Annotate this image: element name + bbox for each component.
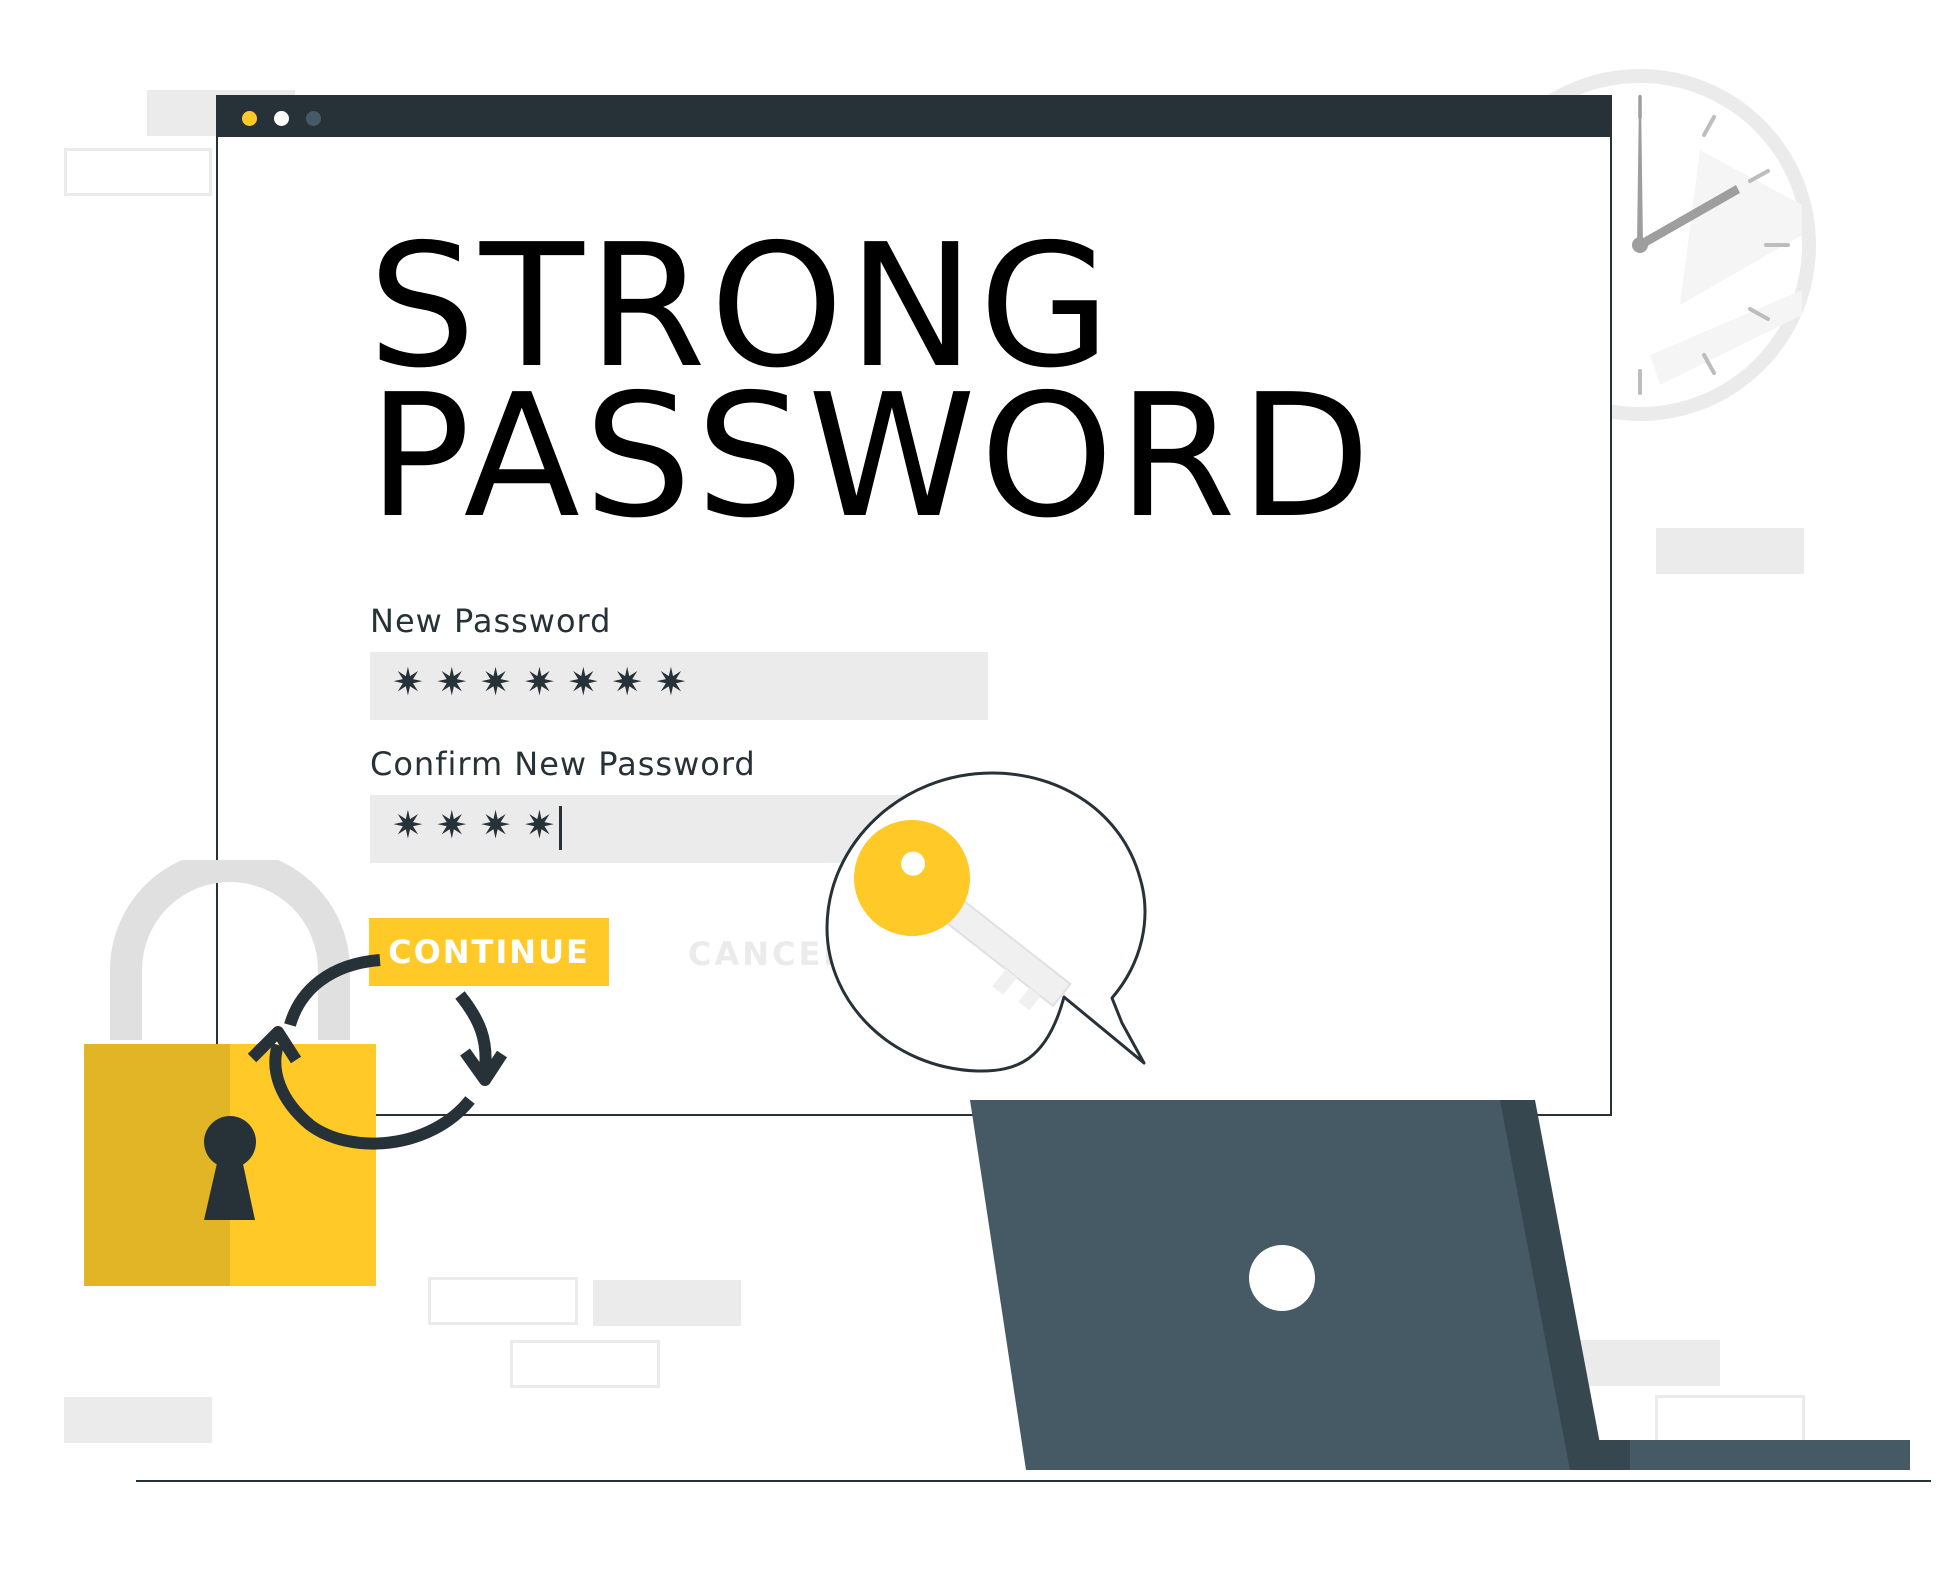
- window-dot-white: [274, 111, 289, 126]
- window-dot-grey: [306, 111, 321, 126]
- headline-line-2: PASSWORD: [368, 358, 1375, 556]
- speech-bubble-icon: [825, 771, 1147, 1073]
- decor-block: [428, 1277, 578, 1325]
- new-password-label: New Password: [370, 602, 612, 640]
- browser-titlebar: [218, 97, 1610, 137]
- text-caret: [559, 805, 563, 850]
- new-password-field[interactable]: ✷✷✷✷✷✷✷: [370, 652, 988, 720]
- window-dot-yellow: [242, 111, 257, 126]
- new-password-value: ✷✷✷✷✷✷✷: [392, 660, 699, 704]
- decor-block: [1656, 528, 1804, 574]
- decor-block: [64, 1397, 212, 1443]
- decor-block: [593, 1280, 741, 1326]
- refresh-arrows-icon: [247, 954, 508, 1150]
- confirm-password-value: ✷✷✷✷: [392, 803, 568, 847]
- confirm-password-value-wrap: ✷✷✷✷: [392, 803, 563, 850]
- decor-block: [510, 1340, 660, 1388]
- confirm-password-label: Confirm New Password: [370, 745, 756, 783]
- laptop-icon: [970, 1100, 1910, 1470]
- floor-line: [136, 1480, 1931, 1482]
- decor-block: [64, 148, 212, 196]
